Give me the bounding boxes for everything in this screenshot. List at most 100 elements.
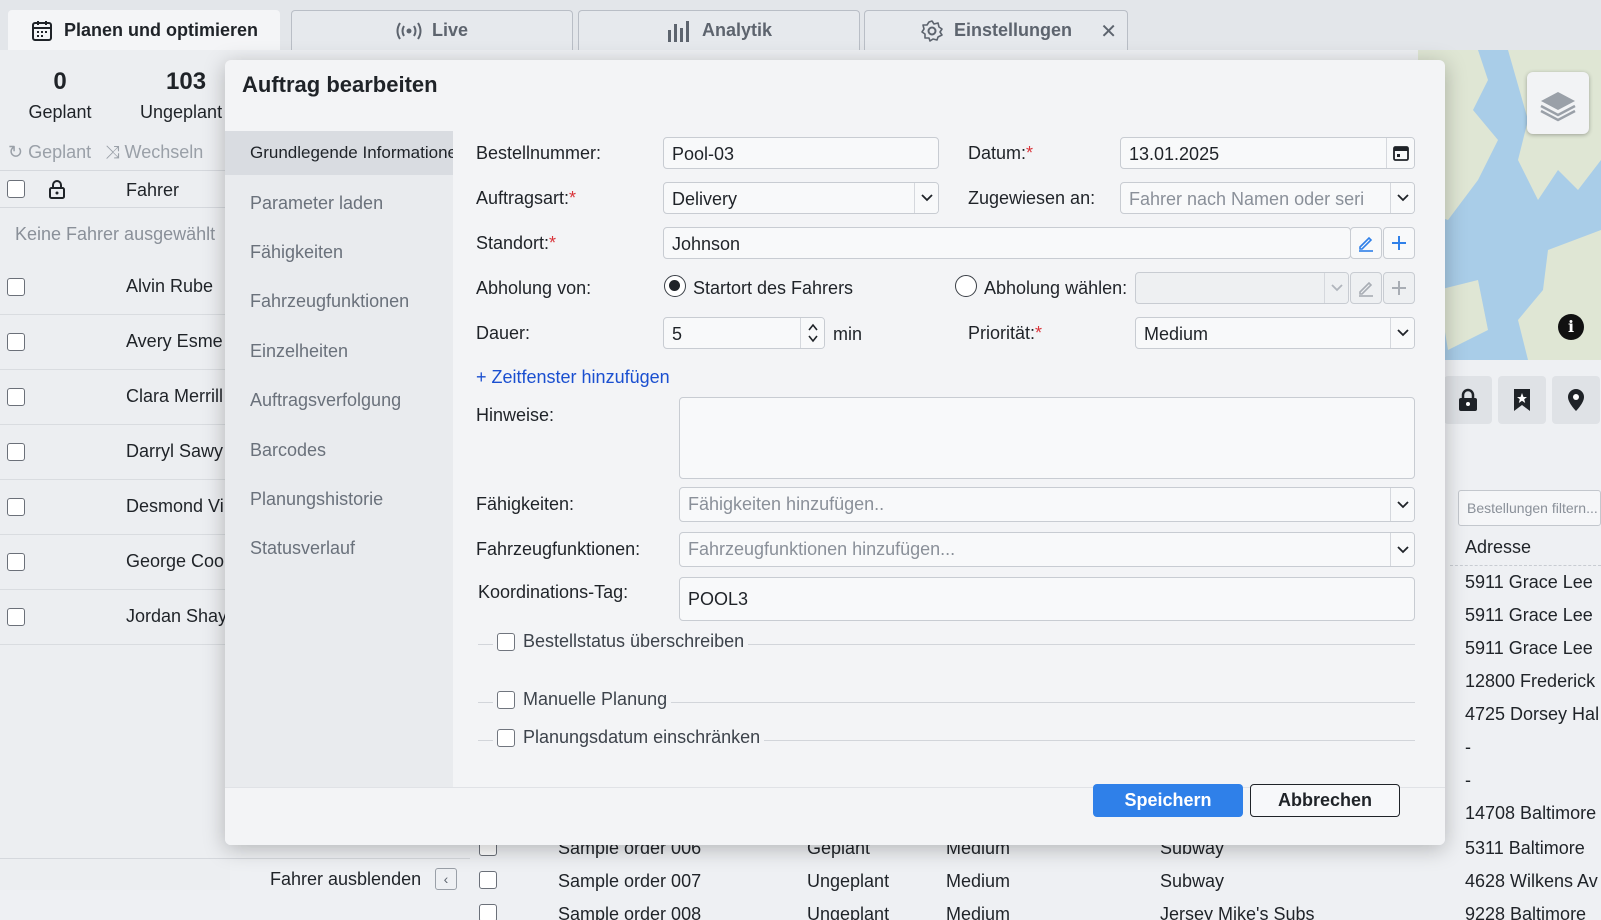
drivers-header: Fahrer xyxy=(0,170,230,208)
notes-textarea[interactable] xyxy=(679,397,1415,479)
save-button[interactable]: Speichern xyxy=(1093,784,1243,817)
driver-checkbox[interactable] xyxy=(7,333,25,351)
order-priority: Medium xyxy=(946,871,1011,891)
driver-column-header[interactable]: Fahrer xyxy=(126,180,179,201)
manual-planning-option[interactable]: Manuelle Planung xyxy=(493,689,672,710)
order-filter-input[interactable]: Bestellungen filtern... xyxy=(1458,490,1601,526)
nav-details[interactable]: Einzelheiten xyxy=(225,329,453,373)
restrict-date-label: Planungsdatum einschränken xyxy=(523,727,761,747)
driver-checkbox[interactable] xyxy=(7,608,25,626)
planned-tool[interactable]: ↻ Geplant xyxy=(8,142,91,163)
close-icon[interactable]: ✕ xyxy=(1100,19,1117,44)
nav-basic-info[interactable]: Grundlegende Informationen xyxy=(225,131,466,175)
address-cell: - xyxy=(1465,770,1471,790)
order-address: 5311 Baltimore xyxy=(1465,838,1585,858)
driver-checkbox[interactable] xyxy=(7,388,25,406)
lock-icon[interactable] xyxy=(46,178,68,205)
driver-row[interactable]: Desmond Vi xyxy=(0,480,230,535)
pickup-label: Abholung von: xyxy=(476,278,592,298)
table-row[interactable]: Sample order 007 Ungeplant Medium Subway… xyxy=(472,865,1601,898)
driver-checkbox[interactable] xyxy=(7,278,25,296)
driver-row[interactable]: Jordan Shay xyxy=(0,590,230,645)
edit-location-button[interactable] xyxy=(1350,227,1382,259)
nav-skills[interactable]: Fähigkeiten xyxy=(225,230,453,274)
notes-label: Hinweise: xyxy=(476,405,555,425)
driver-row[interactable]: Clara Merrill xyxy=(0,370,230,425)
driver-checkbox[interactable] xyxy=(7,498,25,516)
driver-name: Jordan Shay xyxy=(126,606,226,626)
order-type-select[interactable]: Delivery xyxy=(663,182,939,214)
basic-info-form: Bestellnummer: Pool-03 Datum:* 13.01.202… xyxy=(453,131,1445,787)
row-checkbox[interactable] xyxy=(479,904,497,920)
skills-select[interactable]: Fähigkeiten hinzufügen.. xyxy=(679,487,1415,522)
order-name: Sample order 007 xyxy=(558,871,702,891)
duration-stepper[interactable]: 5 xyxy=(663,317,825,349)
driver-row[interactable]: George Coo xyxy=(0,535,230,590)
nav-vehicle-features[interactable]: Fahrzeugfunktionen xyxy=(225,279,453,323)
pickup-location-select xyxy=(1135,272,1349,304)
order-type-label: Auftragsart:* xyxy=(476,188,577,208)
date-label: Datum:* xyxy=(968,143,1034,163)
tab-live[interactable]: Live xyxy=(291,10,573,50)
pickup-choose-radio[interactable] xyxy=(955,275,977,297)
add-pickup-button xyxy=(1383,272,1415,304)
stepper-arrows-icon[interactable] xyxy=(800,318,824,348)
override-status-checkbox[interactable] xyxy=(497,632,515,651)
driver-row[interactable]: Alvin Rube xyxy=(0,260,230,315)
driver-row[interactable]: Avery Esme xyxy=(0,315,230,370)
nav-order-tracking[interactable]: Auftragsverfolgung xyxy=(225,378,453,422)
pickup-driver-start-radio[interactable] xyxy=(664,275,686,297)
priority-select[interactable]: Medium xyxy=(1135,317,1415,349)
row-checkbox[interactable] xyxy=(479,871,497,889)
nav-load-parameters[interactable]: Parameter laden xyxy=(225,181,453,225)
vehicle-features-select[interactable]: Fahrzeugfunktionen hinzufügen... xyxy=(679,532,1415,567)
restrict-date-checkbox[interactable] xyxy=(497,728,515,747)
switch-tool[interactable]: ⤨ Wechseln xyxy=(105,142,203,163)
driver-checkbox[interactable] xyxy=(7,443,25,461)
chevron-left-icon[interactable]: ‹ xyxy=(435,868,457,890)
chevron-down-icon[interactable] xyxy=(1390,533,1414,566)
restrict-date-option[interactable]: Planungsdatum einschränken xyxy=(493,727,765,748)
nav-status-history[interactable]: Statusverlauf xyxy=(225,526,453,570)
assigned-to-select[interactable]: Fahrer nach Namen oder seri xyxy=(1120,182,1415,214)
add-location-button[interactable] xyxy=(1383,227,1415,259)
location-button[interactable] xyxy=(1552,376,1600,424)
override-status-option[interactable]: Bestellstatus überschreiben xyxy=(493,631,749,652)
chevron-down-icon[interactable] xyxy=(1390,488,1414,521)
table-row[interactable]: Sample order 008 Ungeplant Medium Jersey… xyxy=(472,898,1601,920)
bookmark-button[interactable] xyxy=(1498,376,1546,424)
tab-settings[interactable]: Einstellungen ✕ xyxy=(864,10,1128,50)
nav-barcodes[interactable]: Barcodes xyxy=(225,428,453,472)
manual-planning-checkbox[interactable] xyxy=(497,690,515,709)
tab-analytics[interactable]: Analytik xyxy=(578,10,860,50)
pickup-driver-start-label[interactable]: Startort des Fahrers xyxy=(693,278,853,299)
address-column-header[interactable]: Adresse xyxy=(1465,537,1531,558)
select-all-checkbox[interactable] xyxy=(7,180,25,198)
driver-row[interactable]: Darryl Sawy xyxy=(0,425,230,480)
coordination-tag-input[interactable]: POOL3 xyxy=(679,577,1415,621)
address-cell: 5911 Grace Lee xyxy=(1465,605,1593,625)
location-input[interactable]: Johnson xyxy=(663,227,1351,259)
tab-plan-optimize[interactable]: Planen und optimieren xyxy=(8,10,280,50)
order-name: Sample order 008 xyxy=(558,904,702,920)
map-layers-button[interactable] xyxy=(1527,72,1589,134)
chevron-down-icon[interactable] xyxy=(1390,183,1414,213)
order-number-input[interactable]: Pool-03 xyxy=(663,137,939,169)
lock-map-button[interactable] xyxy=(1444,376,1492,424)
calendar-icon[interactable] xyxy=(1386,138,1414,168)
driver-name: George Coo xyxy=(126,551,225,571)
tab-bar: Planen und optimieren Live Analytik Eins… xyxy=(0,0,1601,50)
driver-checkbox[interactable] xyxy=(7,553,25,571)
cancel-button[interactable]: Abbrechen xyxy=(1250,784,1400,817)
chevron-down-icon[interactable] xyxy=(914,183,938,213)
hide-drivers-label[interactable]: Fahrer ausblenden xyxy=(270,869,421,890)
vehicle-features-label: Fahrzeugfunktionen: xyxy=(476,539,641,559)
nav-planning-history[interactable]: Planungshistorie xyxy=(225,477,453,521)
date-input[interactable]: 13.01.2025 xyxy=(1120,137,1415,169)
pickup-choose-label[interactable]: Abholung wählen: xyxy=(984,278,1127,299)
order-number-label: Bestellnummer: xyxy=(476,143,602,163)
info-icon[interactable]: i xyxy=(1558,314,1584,340)
hide-drivers-bar: Fahrer ausblenden ‹ xyxy=(0,858,470,898)
add-time-window-link[interactable]: + Zeitfenster hinzufügen xyxy=(476,367,670,388)
chevron-down-icon[interactable] xyxy=(1390,318,1414,348)
